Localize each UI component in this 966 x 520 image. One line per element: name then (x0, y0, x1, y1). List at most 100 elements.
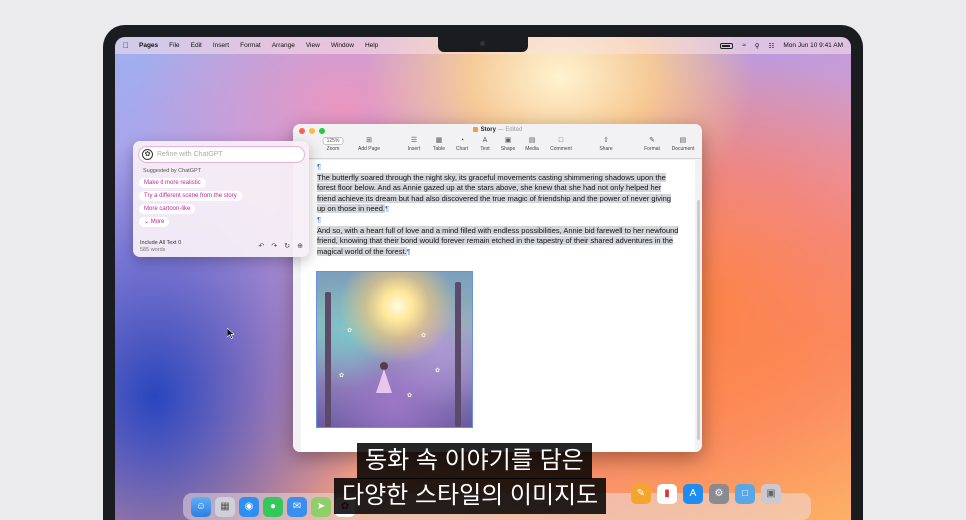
format-label: Format (644, 146, 660, 152)
selection-info: Include All Text 0 585 words (140, 240, 181, 253)
edited-status: — Edited (497, 127, 523, 134)
clock[interactable]: Mon Jun 10 9:41 AM (783, 42, 843, 49)
suggestion-realistic[interactable]: Make it more realistic (139, 178, 206, 188)
menu-insert[interactable]: Insert (213, 42, 229, 49)
include-text-label: Include All Text 0 (140, 240, 182, 246)
table-button[interactable]: ▦ Table (433, 136, 445, 152)
table-label: Table (433, 146, 445, 152)
system-settings-icon[interactable]: ⚙ (709, 484, 729, 504)
insert-button[interactable]: ☰ Insert (408, 136, 421, 152)
pages-window: Story — Edited 125% Zoom ⊞ Add Page ☰ In… (293, 124, 702, 452)
chart-label: Chart (455, 146, 469, 152)
butterfly-icon: ✿ (421, 333, 427, 339)
menu-file[interactable]: File (169, 42, 179, 49)
share-button[interactable]: ⇧ Share (599, 136, 612, 152)
document-button[interactable]: ▤ Document (672, 136, 695, 152)
pilcrow: ¶ (317, 214, 322, 224)
title-bar: Story — Edited (293, 124, 702, 135)
dock-right-icons: ✎ ▮ A ⚙ □ ▣ (631, 484, 781, 504)
add-page-label: Add Page (358, 146, 380, 152)
more-label: More (150, 219, 165, 225)
zoom-select[interactable]: 125% (322, 137, 344, 145)
add-page-button[interactable]: ⊞ Add Page (358, 136, 380, 152)
shape-icon: ▣ (504, 137, 512, 144)
comment-icon: □ (558, 137, 564, 144)
girl-figure (375, 361, 392, 396)
app-store-icon[interactable]: A (683, 484, 703, 504)
subtitle-line-1: 동화 속 이야기를 담은 (357, 443, 592, 479)
suggestion-different-scene[interactable]: Try a different scene from the story (139, 191, 242, 201)
suggestions-title: Suggested by ChatGPT (143, 168, 202, 174)
document-sidebar-icon: ▤ (679, 137, 687, 144)
camera-notch (438, 37, 528, 52)
text-icon: A (482, 137, 488, 144)
toolbar: 125% Zoom ⊞ Add Page ☰ Insert ▦ Table ◔ (293, 135, 702, 159)
writing-tools-popover: ✿ Refine with ChatGPT Suggested by ChatG… (133, 141, 309, 257)
menu-edit[interactable]: Edit (191, 42, 202, 49)
refine-placeholder: Refine with ChatGPT (157, 151, 223, 158)
document-name[interactable]: Story (481, 127, 496, 133)
pilcrow: ¶ (406, 246, 411, 256)
chevron-down-icon: ⌄ (144, 219, 150, 225)
add-icon[interactable]: ⊕ (297, 242, 303, 250)
menu-format[interactable]: Format (240, 42, 261, 49)
undo-icon[interactable]: ↶ (259, 242, 265, 250)
document-page[interactable]: ¶ The butterfly soared through the night… (301, 160, 695, 452)
story-illustration[interactable]: ✿ ✿ ✿ ✿ ✿ (316, 271, 473, 428)
trash-icon[interactable]: ▣ (761, 484, 781, 504)
media-label: Media (525, 146, 539, 152)
more-button[interactable]: ⌄ More (139, 217, 170, 227)
butterfly-icon: ✿ (339, 373, 345, 379)
text-button[interactable]: A Text (480, 136, 489, 152)
paragraph-1[interactable]: The butterfly soared through the night s… (317, 172, 671, 214)
apple-icon[interactable]:  (123, 41, 133, 50)
redo-icon[interactable]: ↷ (271, 242, 277, 250)
messages-icon[interactable]: ● (263, 496, 283, 517)
chatgpt-icon: ✿ (142, 149, 153, 160)
chart-icon: ◔ (459, 137, 465, 144)
shape-button[interactable]: ▣ Shape (501, 136, 515, 152)
paragraph-2[interactable]: And so, with a heart full of love and a … (317, 225, 679, 256)
control-center-icon[interactable]: ☷ (769, 42, 775, 50)
paintbrush-icon: ✎ (649, 137, 655, 144)
menu-window[interactable]: Window (331, 42, 354, 49)
butterfly-icon: ✿ (347, 328, 353, 334)
insert-icon: ☰ (410, 137, 418, 144)
comment-button[interactable]: □ Comment (550, 136, 572, 152)
downloads-folder-icon[interactable]: □ (735, 484, 755, 504)
media-icon: ▤ (528, 137, 536, 144)
maps-icon[interactable]: ➤ (311, 496, 331, 517)
refine-input[interactable]: ✿ Refine with ChatGPT (138, 146, 305, 163)
menu-app-name[interactable]: Pages (139, 42, 158, 49)
suggestion-cartoon[interactable]: More cartoon-like (139, 204, 196, 214)
menu-view[interactable]: View (306, 42, 320, 49)
butterfly-icon: ✿ (435, 368, 441, 374)
story-text[interactable]: ¶ The butterfly soared through the night… (317, 162, 679, 257)
add-page-icon: ⊞ (366, 137, 372, 144)
pilcrow: ¶ (384, 204, 390, 214)
popover-actions: ↶ ↷ ↻ ⊕ (259, 242, 304, 250)
news-icon[interactable]: ▮ (657, 484, 677, 504)
search-icon[interactable]: ⚲ (755, 42, 760, 50)
format-button[interactable]: ✎ Format (644, 136, 660, 152)
share-label: Share (599, 146, 613, 152)
launchpad-icon[interactable]: ▦ (215, 496, 235, 517)
tree-trunk (325, 292, 331, 427)
regenerate-icon[interactable]: ↻ (284, 242, 290, 250)
insert-label: Insert (407, 146, 421, 152)
finder-icon[interactable]: ☺ (191, 496, 211, 517)
media-button[interactable]: ▤ Media (525, 136, 539, 152)
chart-button[interactable]: ◔ Chart (456, 136, 468, 152)
pages-icon[interactable]: ✎ (631, 484, 651, 504)
menu-help[interactable]: Help (365, 42, 378, 49)
vertical-scrollbar[interactable] (697, 200, 700, 440)
mail-icon[interactable]: ✉ (287, 496, 307, 517)
wifi-icon[interactable]: ≈ (742, 42, 746, 49)
safari-icon[interactable]: ◉ (239, 496, 259, 517)
menu-arrange[interactable]: Arrange (272, 42, 295, 49)
document-canvas: ¶ The butterfly soared through the night… (293, 160, 702, 452)
document-label: Document (671, 146, 695, 152)
battery-icon[interactable] (720, 42, 734, 49)
window-title: Story — Edited (293, 127, 702, 133)
zoom-control[interactable]: 125% Zoom (322, 136, 344, 152)
